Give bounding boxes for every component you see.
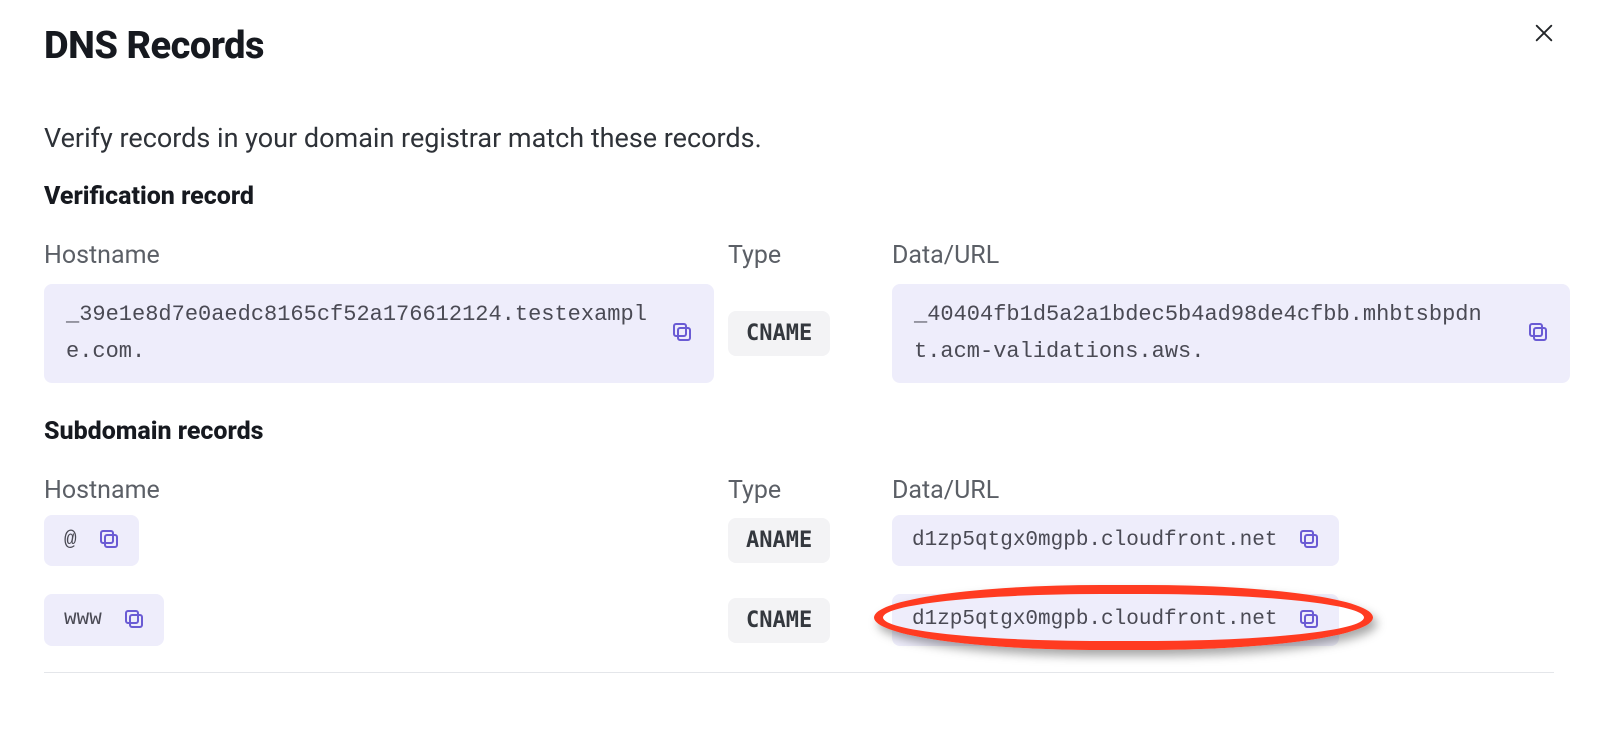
col-type: Type	[724, 476, 884, 505]
verification-record-row: _39e1e8d7e0aedc8165cf52a176612124.testex…	[44, 284, 1554, 383]
verification-data-value: _40404fb1d5a2a1bdec5b4ad98de4cfbb.mhbtsb…	[914, 296, 1508, 371]
subdomain-type-pill: ANAME	[728, 518, 830, 563]
subdomain-record-row: www CNAME d1zp5qtgx0mgpb.cloudfront.net	[44, 594, 1554, 646]
col-data: Data/URL	[884, 476, 1584, 505]
subdomain-type-pill: CNAME	[728, 598, 830, 643]
subdomain-hostname-value: @	[62, 523, 79, 559]
copy-icon	[1297, 527, 1321, 554]
col-hostname: Hostname	[44, 476, 724, 505]
verification-section-heading: Verification record	[44, 182, 1554, 211]
annotation-highlight: d1zp5qtgx0mgpb.cloudfront.net	[892, 609, 1339, 628]
subdomain-column-headers: Hostname Type Data/URL	[44, 476, 1554, 505]
copy-button[interactable]	[1293, 523, 1325, 558]
copy-button[interactable]	[1522, 316, 1554, 351]
close-icon	[1533, 22, 1555, 47]
subdomain-hostname-chip: @	[44, 515, 139, 567]
copy-icon	[1297, 607, 1321, 634]
copy-button[interactable]	[118, 603, 150, 638]
copy-button[interactable]	[93, 523, 125, 558]
copy-button[interactable]	[666, 316, 698, 351]
col-data: Data/URL	[884, 241, 1584, 270]
verification-hostname-chip: _39e1e8d7e0aedc8165cf52a176612124.testex…	[44, 284, 714, 383]
subdomain-data-chip: d1zp5qtgx0mgpb.cloudfront.net	[892, 515, 1339, 567]
subdomain-data-chip: d1zp5qtgx0mgpb.cloudfront.net	[892, 594, 1339, 646]
subdomain-section-heading: Subdomain records	[44, 417, 1554, 446]
verification-type-pill: CNAME	[728, 311, 830, 356]
page-description: Verify records in your domain registrar …	[44, 122, 1554, 154]
col-type: Type	[724, 241, 884, 270]
copy-icon	[122, 607, 146, 634]
subdomain-hostname-chip: www	[44, 594, 164, 646]
copy-icon	[1526, 320, 1550, 347]
dns-records-dialog: DNS Records Verify records in your domai…	[0, 0, 1598, 721]
col-hostname: Hostname	[44, 241, 724, 270]
copy-icon	[670, 320, 694, 347]
verification-data-chip: _40404fb1d5a2a1bdec5b4ad98de4cfbb.mhbtsb…	[892, 284, 1570, 383]
subdomain-data-value: d1zp5qtgx0mgpb.cloudfront.net	[910, 602, 1279, 638]
subdomain-hostname-value: www	[62, 602, 104, 638]
copy-icon	[97, 527, 121, 554]
verification-column-headers: Hostname Type Data/URL	[44, 241, 1554, 270]
close-button[interactable]	[1524, 14, 1564, 54]
page-title: DNS Records	[44, 24, 1554, 68]
subdomain-record-row: @ ANAME d1zp5qtgx0mgpb.cloudfront.net	[44, 515, 1554, 567]
verification-hostname-value: _39e1e8d7e0aedc8165cf52a176612124.testex…	[66, 296, 652, 371]
divider	[44, 672, 1554, 673]
subdomain-data-value: d1zp5qtgx0mgpb.cloudfront.net	[910, 523, 1279, 559]
copy-button[interactable]	[1293, 603, 1325, 638]
